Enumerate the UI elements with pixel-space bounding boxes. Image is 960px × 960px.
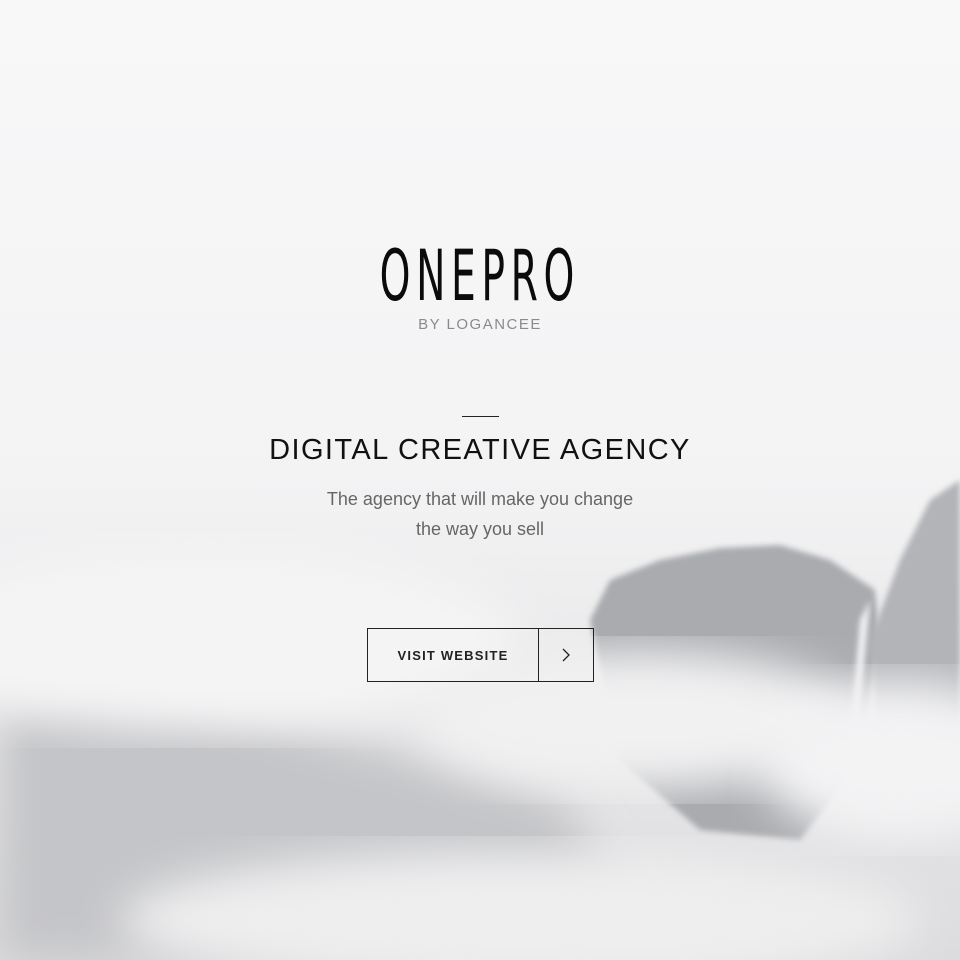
visit-website-button[interactable]: VISIT WEBSITE bbox=[367, 628, 594, 682]
brand-logo: ONEPRO bbox=[0, 238, 960, 314]
brand-name: ONEPRO bbox=[379, 235, 581, 317]
visit-website-label: VISIT WEBSITE bbox=[368, 629, 539, 681]
divider bbox=[462, 416, 499, 417]
chevron-right-icon bbox=[539, 629, 593, 681]
subtitle-line-2: the way you sell bbox=[415, 519, 545, 539]
subtitle-line-1: The agency that will make you change bbox=[326, 489, 634, 509]
hero-headline: DIGITAL CREATIVE AGENCY bbox=[269, 434, 691, 466]
misty-mountain-background bbox=[0, 0, 960, 960]
hero-subtitle: The agency that will make you change the… bbox=[0, 484, 960, 544]
brand-byline: BY LOGANCEE bbox=[418, 316, 542, 333]
